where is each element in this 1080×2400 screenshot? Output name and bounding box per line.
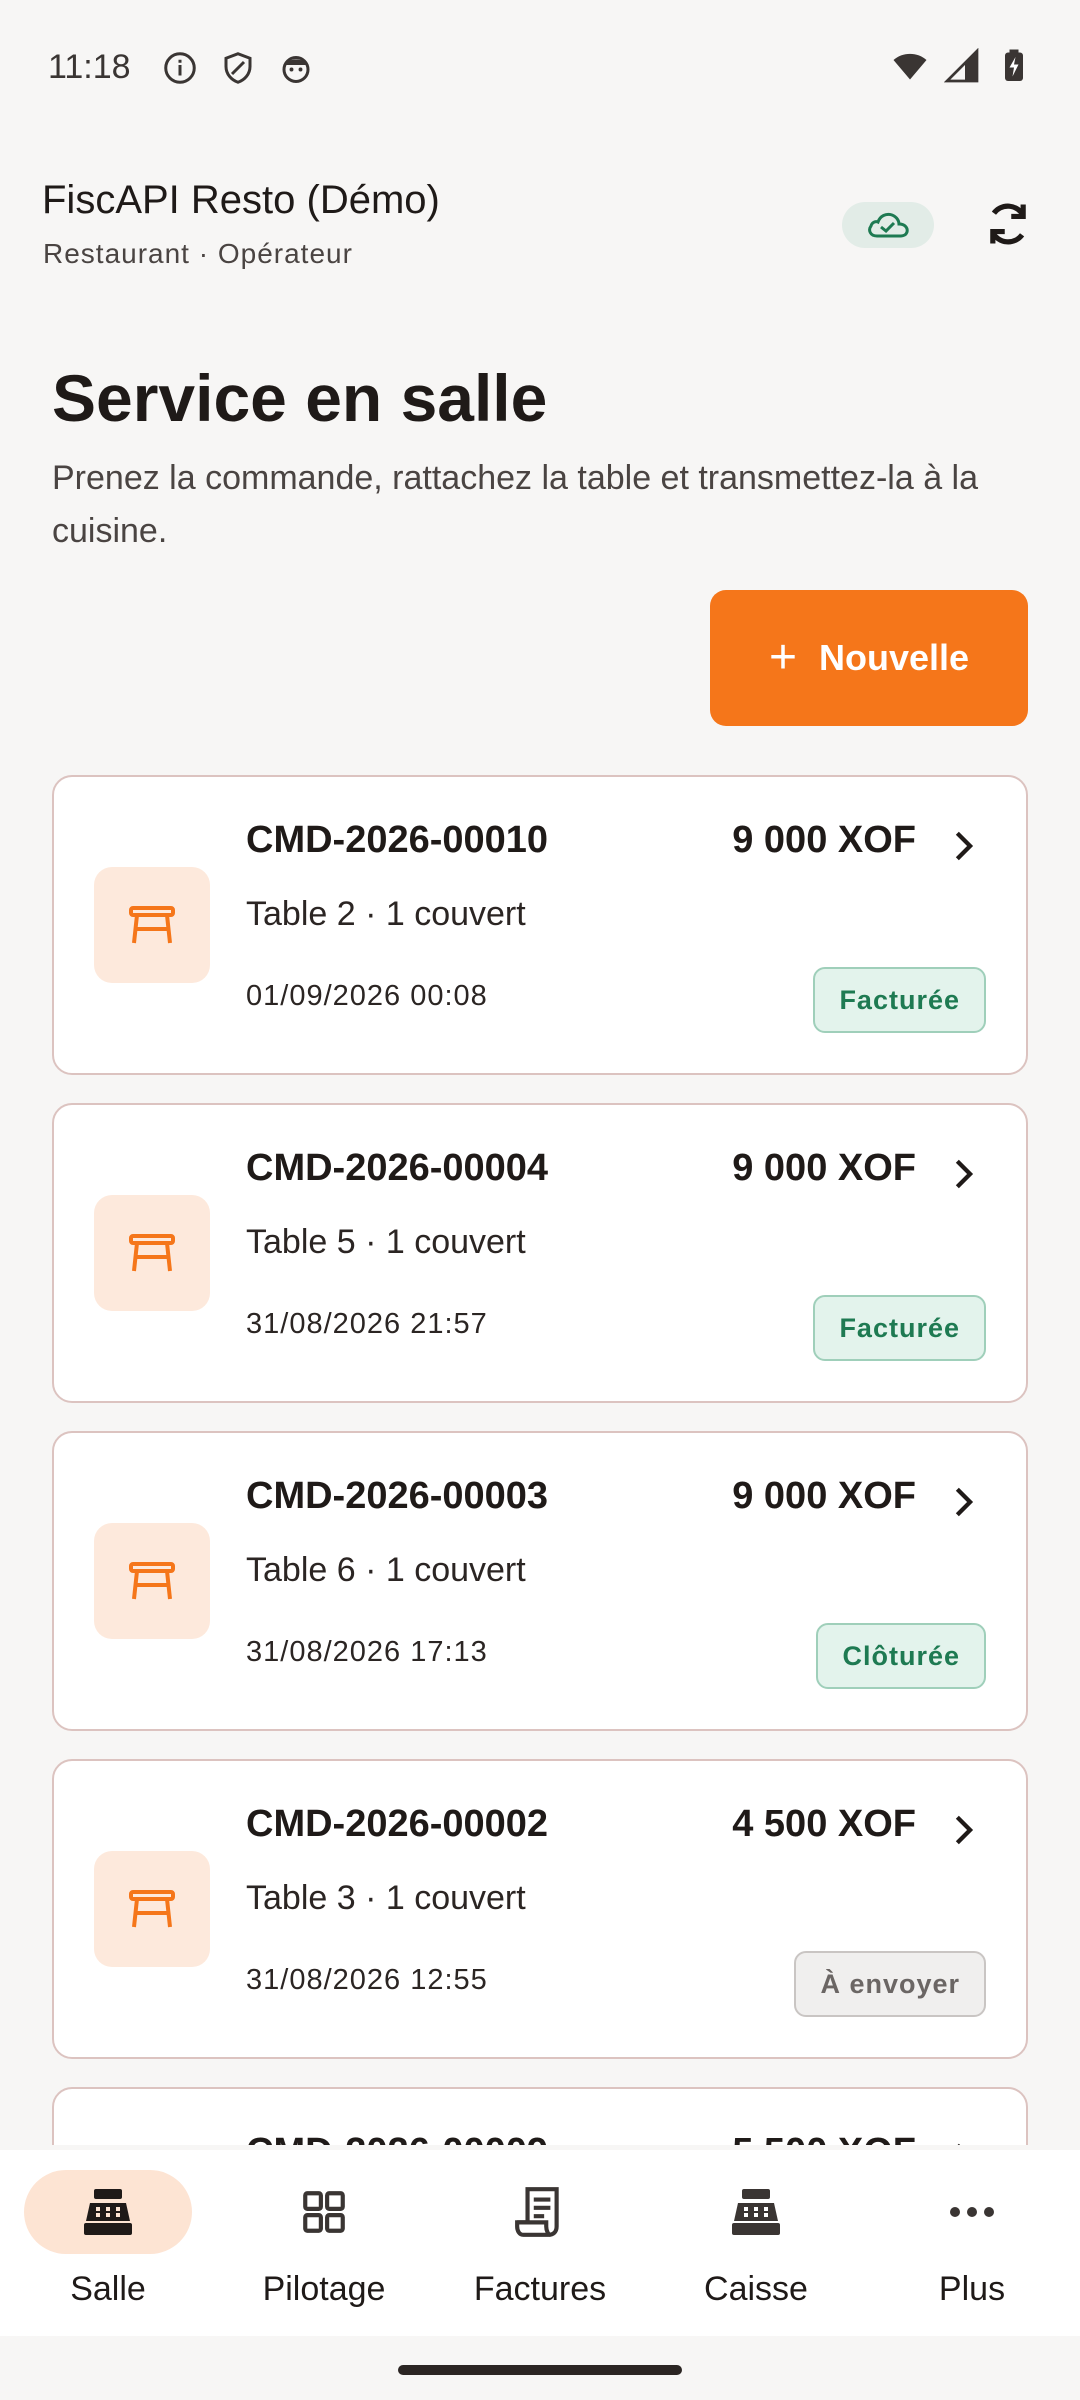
new-order-label: Nouvelle bbox=[818, 637, 970, 678]
status-bar: 11:18 bbox=[0, 0, 1080, 140]
nav-icon-wrap bbox=[456, 2170, 624, 2254]
battery-charging-icon bbox=[1005, 49, 1023, 81]
status-badge: Clôturée bbox=[816, 1623, 986, 1689]
order-amount: 9 000 XOF bbox=[732, 1147, 916, 1189]
status-badge: Facturée bbox=[813, 967, 986, 1033]
order-date: 31/08/2026 21:57 bbox=[246, 1308, 488, 1340]
app-title: FiscAPI Resto (Démo) bbox=[42, 178, 440, 222]
info-icon bbox=[164, 52, 196, 84]
order-id: CMD-2026-00004 bbox=[246, 1147, 549, 1189]
nav-label: Plus bbox=[938, 2270, 1006, 2308]
wifi-icon bbox=[893, 53, 927, 80]
order-amount: 9 000 XOF bbox=[732, 819, 916, 861]
table-icon bbox=[129, 1234, 175, 1272]
table-icon bbox=[129, 906, 175, 944]
nav-icon-wrap bbox=[672, 2170, 840, 2254]
new-order-button[interactable]: + Nouvelle bbox=[710, 590, 1028, 726]
order-id: CMD-2026-00010 bbox=[246, 819, 549, 861]
order-id: CMD-2026-00003 bbox=[246, 1475, 549, 1517]
table-icon bbox=[129, 1562, 175, 1600]
android-icon bbox=[282, 56, 310, 83]
order-id: CMD-2026-00002 bbox=[246, 1803, 549, 1845]
status-badge: À envoyer bbox=[794, 1951, 986, 2017]
table-icon-badge bbox=[94, 1195, 210, 1311]
nav-icon-wrap bbox=[888, 2170, 1056, 2254]
app-header: FiscAPI Resto (Démo) Restaurant · Opérat… bbox=[0, 170, 1080, 290]
order-card[interactable]: CMD-2026-00002 4 500 XOF Table 3 · 1 cou… bbox=[52, 1759, 1028, 2059]
order-id: CMD-2026-00009 bbox=[246, 2131, 548, 2145]
order-table-info: Table 2 · 1 couvert bbox=[246, 895, 526, 933]
nav-item-factures[interactable]: Factures bbox=[432, 2150, 648, 2336]
receipt-icon bbox=[515, 2187, 559, 2237]
order-card[interactable]: CMD-2026-00009 5 500 XOF bbox=[52, 2087, 1028, 2145]
plus-icon: + bbox=[768, 631, 797, 684]
cloud-check-icon bbox=[868, 212, 909, 238]
order-amount: 9 000 XOF bbox=[732, 1475, 916, 1517]
nav-active-indicator bbox=[24, 2170, 192, 2254]
order-date: 31/08/2026 17:13 bbox=[246, 1636, 488, 1668]
chevron-right-icon bbox=[955, 831, 974, 861]
nav-item-pilotage[interactable]: Pilotage bbox=[216, 2150, 432, 2336]
status-time: 11:18 bbox=[48, 48, 131, 86]
refresh-icon bbox=[990, 203, 1026, 245]
order-amount: 5 500 XOF bbox=[732, 2131, 916, 2145]
shield-icon bbox=[224, 52, 252, 84]
table-icon-badge bbox=[94, 1523, 210, 1639]
nav-label: Caisse bbox=[704, 2270, 808, 2308]
table-icon bbox=[129, 1890, 175, 1928]
order-card[interactable]: CMD-2026-00010 9 000 XOF Table 2 · 1 cou… bbox=[52, 775, 1028, 1075]
signal-icon bbox=[944, 48, 979, 83]
order-table-info: Table 3 · 1 couvert bbox=[246, 1879, 526, 1917]
order-card[interactable]: CMD-2026-00003 9 000 XOF Table 6 · 1 cou… bbox=[52, 1431, 1028, 1731]
page-title: Service en salle bbox=[52, 361, 548, 435]
status-badge: Facturée bbox=[813, 1295, 986, 1361]
chevron-right-icon bbox=[957, 2143, 961, 2145]
page-description: Prenez la commande, rattachez la table e… bbox=[52, 459, 979, 550]
nav-item-salle[interactable]: Salle bbox=[0, 2150, 216, 2336]
cash-register-icon bbox=[84, 2189, 132, 2235]
dashboard-grid-icon bbox=[303, 2191, 345, 2233]
order-table-info: Table 6 · 1 couvert bbox=[246, 1551, 526, 1589]
cash-register-icon bbox=[732, 2189, 780, 2235]
chevron-right-icon bbox=[955, 1487, 974, 1517]
home-indicator[interactable] bbox=[398, 2365, 682, 2375]
table-icon-badge bbox=[94, 867, 210, 983]
order-table-info: Table 5 · 1 couvert bbox=[246, 1223, 526, 1261]
app-subtitle: Restaurant · Opérateur bbox=[43, 238, 353, 269]
chevron-right-icon bbox=[955, 1815, 974, 1845]
order-date: 01/09/2026 00:08 bbox=[246, 980, 488, 1012]
nav-item-caisse[interactable]: Caisse bbox=[648, 2150, 864, 2336]
bottom-navigation: Salle Pilotage Factures Caisse Plus bbox=[0, 2150, 1080, 2336]
nav-label: Pilotage bbox=[262, 2270, 386, 2308]
refresh-button[interactable] bbox=[976, 192, 1040, 256]
orders-list[interactable]: CMD-2026-00010 9 000 XOF Table 2 · 1 cou… bbox=[52, 775, 1028, 2145]
order-date: 31/08/2026 12:55 bbox=[246, 1964, 488, 1996]
order-amount: 4 500 XOF bbox=[732, 1803, 916, 1845]
chevron-right-icon bbox=[955, 1159, 974, 1189]
sync-status-chip[interactable] bbox=[842, 202, 934, 248]
nav-label: Factures bbox=[473, 2270, 607, 2308]
nav-icon-wrap bbox=[240, 2170, 408, 2254]
order-card[interactable]: CMD-2026-00004 9 000 XOF Table 5 · 1 cou… bbox=[52, 1103, 1028, 1403]
more-horizontal-icon bbox=[950, 2207, 994, 2217]
nav-item-plus[interactable]: Plus bbox=[864, 2150, 1080, 2336]
table-icon-badge bbox=[94, 1851, 210, 1967]
nav-label: Salle bbox=[70, 2270, 146, 2308]
